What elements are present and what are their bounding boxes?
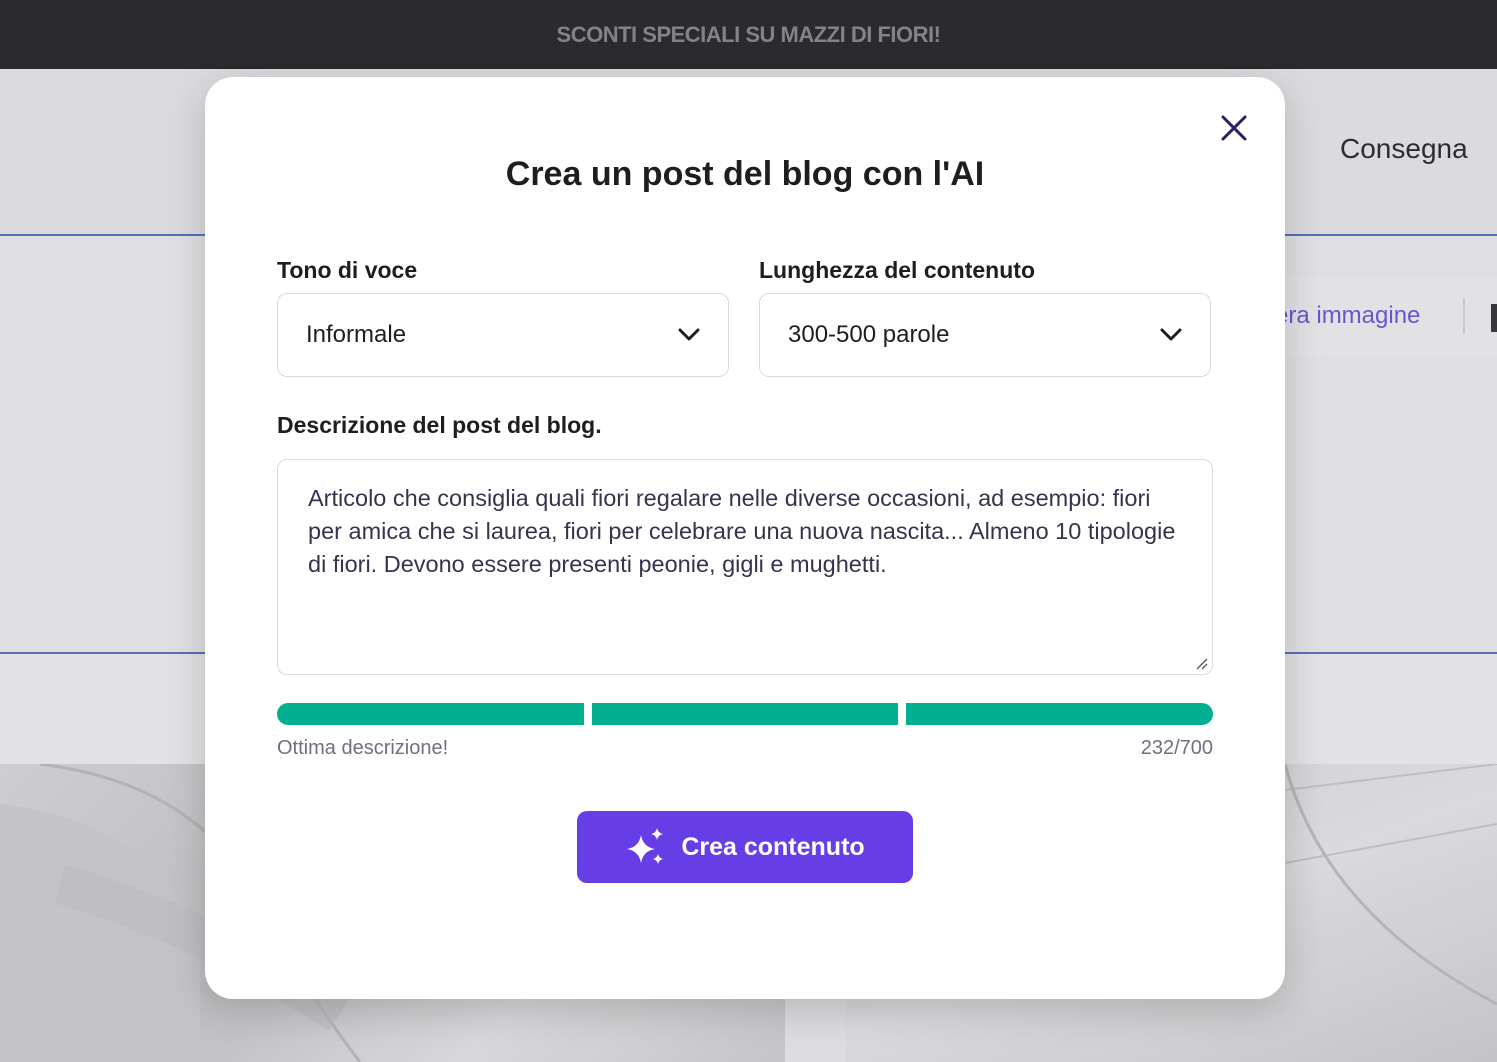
- create-content-label: Crea contenuto: [681, 832, 865, 861]
- tone-value: Informale: [306, 321, 407, 348]
- tone-label: Tono di voce: [277, 257, 418, 283]
- length-select[interactable]: 300-500 parole: [759, 293, 1211, 377]
- chevron-down-icon: [1160, 328, 1182, 341]
- create-content-button[interactable]: Crea contenuto: [577, 811, 913, 883]
- description-label: Descrizione del post del blog.: [277, 412, 602, 438]
- description-textarea[interactable]: Articolo che consiglia quali fiori regal…: [277, 459, 1213, 675]
- length-label: Lunghezza del contenuto: [759, 257, 1035, 283]
- description-text: Articolo che consiglia quali fiori regal…: [308, 485, 1176, 577]
- dialog-title: Crea un post del blog con l'AI: [505, 155, 985, 193]
- sparkles-icon: [627, 828, 664, 864]
- description-quality-meter: [277, 703, 1214, 725]
- length-value: 300-500 parole: [788, 321, 950, 348]
- chevron-down-icon: [678, 328, 700, 341]
- quality-segment: [906, 703, 1214, 725]
- create-blog-post-dialog: Crea un post del blog con l'AI Tono di v…: [205, 77, 1285, 999]
- close-button[interactable]: [1217, 111, 1251, 145]
- quality-segment: [277, 703, 584, 725]
- close-icon: [1221, 115, 1247, 141]
- character-counter: 232/700: [1140, 737, 1213, 759]
- quality-segment: [591, 703, 899, 725]
- resize-handle-icon[interactable]: [1194, 656, 1208, 670]
- quality-message: Ottima descrizione!: [277, 737, 449, 759]
- tone-select[interactable]: Informale: [277, 293, 729, 377]
